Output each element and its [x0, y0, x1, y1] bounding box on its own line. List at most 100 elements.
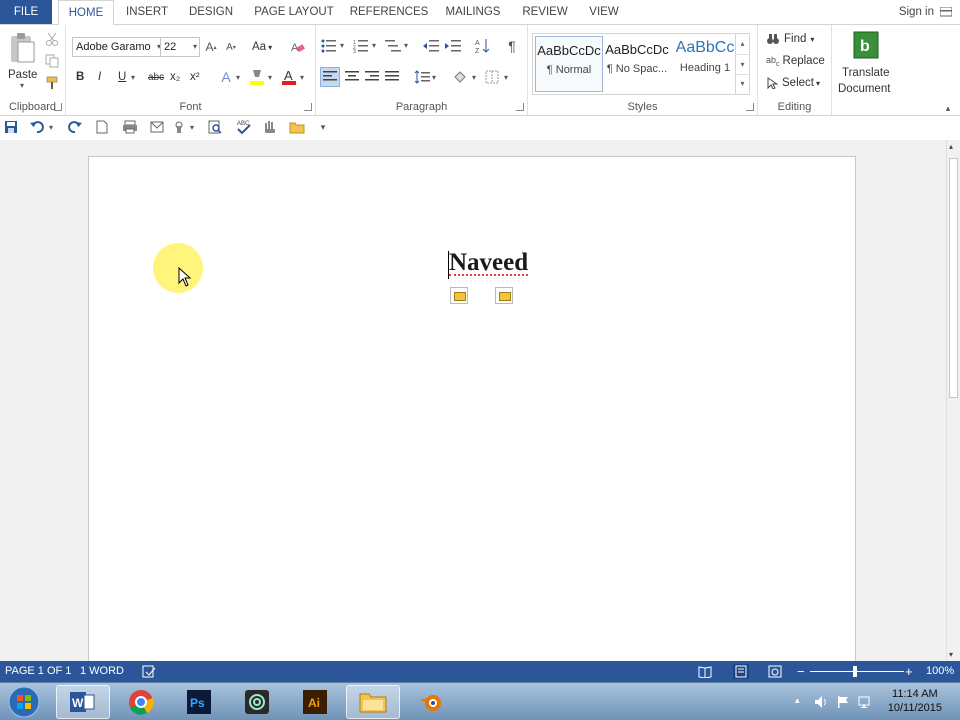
touch-hand-icon[interactable] [262, 120, 278, 134]
align-right-icon[interactable] [362, 67, 382, 87]
chevron-up-icon[interactable]: ▴ [736, 34, 749, 54]
font-size-combo[interactable]: 22 ▾ [160, 37, 200, 57]
chevron-down-icon[interactable]: ▾ [193, 38, 197, 56]
chevron-down-icon[interactable]: ▾ [188, 122, 196, 132]
styles-gallery-scroller[interactable]: ▴ ▾ ▾ [735, 34, 749, 94]
strikethrough-button[interactable]: abc [148, 67, 164, 87]
taskbar-blender[interactable] [404, 685, 458, 719]
start-button[interactable] [2, 685, 46, 719]
taskbar-chrome[interactable] [114, 685, 168, 719]
italic-button[interactable]: I [98, 67, 101, 87]
quick-print-icon[interactable] [122, 120, 138, 134]
superscript-button[interactable]: x² [190, 67, 200, 87]
web-layout-icon[interactable] [768, 665, 782, 678]
scroll-down-icon[interactable]: ▾ [949, 650, 953, 659]
customize-qat-icon[interactable]: ▾ [318, 121, 328, 133]
style-no-spacing[interactable]: AaBbCcDc ¶ No Spac... [603, 36, 671, 92]
bold-button[interactable]: B [76, 67, 84, 87]
undo-dropdown-icon[interactable]: ▾ [47, 122, 55, 132]
increase-indent-icon[interactable] [444, 37, 462, 55]
clear-formatting-icon[interactable]: A [290, 37, 306, 57]
cut-icon[interactable] [44, 31, 60, 47]
clipboard-launcher-icon[interactable] [54, 103, 62, 111]
select-button[interactable]: Select ▾ [766, 73, 820, 93]
print-preview-icon[interactable] [208, 120, 222, 134]
document-page[interactable]: Naveed [88, 156, 856, 676]
chevron-down-icon[interactable]: ▾ [502, 71, 510, 83]
line-spacing-icon[interactable] [412, 67, 432, 87]
show-hidden-icons-icon[interactable]: ▴ [795, 695, 800, 706]
show-formatting-marks-icon[interactable]: ¶ [504, 37, 520, 55]
chevron-down-icon[interactable]: ▾ [430, 71, 438, 83]
justify-icon[interactable] [382, 67, 402, 87]
scrollbar-thumb[interactable] [949, 158, 958, 398]
print-layout-icon[interactable] [733, 664, 749, 679]
taskbar-photoshop[interactable]: Ps [172, 685, 226, 719]
document-text[interactable]: Naveed [449, 249, 529, 277]
vertical-scrollbar[interactable]: ▴ ▾ [946, 140, 960, 661]
format-painter-icon[interactable] [44, 75, 60, 91]
open-folder-icon[interactable] [289, 120, 305, 134]
paste-dropdown-icon[interactable]: ▾ [18, 81, 26, 90]
tab-review[interactable]: REVIEW [516, 0, 574, 24]
underline-button[interactable]: U [118, 67, 126, 87]
underline-dropdown-icon[interactable]: ▾ [129, 71, 137, 83]
replace-button[interactable]: abc Replace [766, 51, 825, 71]
taskbar-word[interactable]: W [56, 685, 110, 719]
find-button[interactable]: Find ▾ [766, 29, 814, 49]
borders-icon[interactable] [482, 67, 502, 87]
tab-view[interactable]: VIEW [582, 0, 626, 24]
numbering-icon[interactable]: 123 [352, 37, 370, 55]
font-launcher-icon[interactable] [304, 103, 312, 111]
zoom-level[interactable]: 100% [926, 661, 954, 682]
chevron-down-icon[interactable]: ▾ [234, 71, 242, 83]
align-left-icon[interactable] [320, 67, 340, 87]
page-count[interactable]: PAGE 1 OF 1 [5, 661, 71, 682]
chevron-down-icon[interactable]: ▾ [370, 39, 378, 51]
undo-icon[interactable] [30, 120, 44, 134]
translate-document-icon[interactable]: b [852, 31, 880, 59]
text-highlight-icon[interactable] [248, 67, 266, 87]
window-minimize-icon[interactable] [940, 7, 952, 17]
sign-in-link[interactable]: Sign in [899, 0, 934, 24]
sort-icon[interactable]: AZ [474, 37, 492, 55]
word-count[interactable]: 1 WORD [80, 661, 124, 682]
font-color-icon[interactable]: A [280, 67, 298, 87]
grow-font-icon[interactable]: A ▴ [204, 37, 218, 57]
bullets-icon[interactable] [320, 37, 338, 55]
tab-page-layout[interactable]: PAGE LAYOUT [250, 0, 338, 24]
network-icon[interactable] [858, 695, 874, 709]
translate-label-line2[interactable]: Document [838, 79, 890, 99]
shrink-font-icon[interactable]: A ▾ [224, 37, 238, 57]
touch-mode-icon[interactable] [172, 120, 186, 134]
more-styles-icon[interactable]: ▾ [736, 74, 749, 92]
speaker-icon[interactable] [814, 695, 828, 709]
chevron-down-icon[interactable]: ▾ [338, 39, 346, 51]
shading-icon[interactable] [450, 67, 470, 87]
multilevel-list-icon[interactable] [384, 37, 402, 55]
paste-icon[interactable] [6, 31, 38, 65]
taskbar-explorer[interactable] [346, 685, 400, 719]
save-icon[interactable] [4, 120, 18, 134]
tab-insert[interactable]: INSERT [118, 0, 176, 24]
tab-references[interactable]: REFERENCES [348, 0, 430, 24]
new-document-icon[interactable] [96, 120, 108, 134]
smart-tag-icon[interactable] [495, 287, 513, 304]
smart-tag-icon[interactable] [450, 287, 468, 304]
spelling-grammar-icon[interactable]: ABC [236, 119, 252, 135]
taskbar-illustrator[interactable]: Ai [288, 685, 342, 719]
copy-icon[interactable] [44, 53, 60, 69]
style-normal[interactable]: AaBbCcDc ¶ Normal [535, 36, 603, 92]
tab-home[interactable]: HOME [58, 0, 114, 25]
paragraph-launcher-icon[interactable] [516, 103, 524, 111]
font-family-combo[interactable]: Adobe Garamo ▾ [72, 37, 164, 57]
subscript-button[interactable]: x₂ [170, 67, 180, 87]
zoom-in-icon[interactable]: + [905, 661, 913, 682]
align-center-icon[interactable] [342, 67, 362, 87]
tab-file[interactable]: FILE [0, 0, 52, 24]
redo-icon[interactable] [68, 120, 82, 134]
taskbar-clock[interactable]: 11:14 AM 10/11/2015 [888, 687, 942, 715]
zoom-out-icon[interactable]: − [797, 661, 805, 682]
text-effects-icon[interactable]: A [218, 67, 234, 87]
style-heading-1[interactable]: AaBbCc Heading 1 [671, 36, 739, 92]
